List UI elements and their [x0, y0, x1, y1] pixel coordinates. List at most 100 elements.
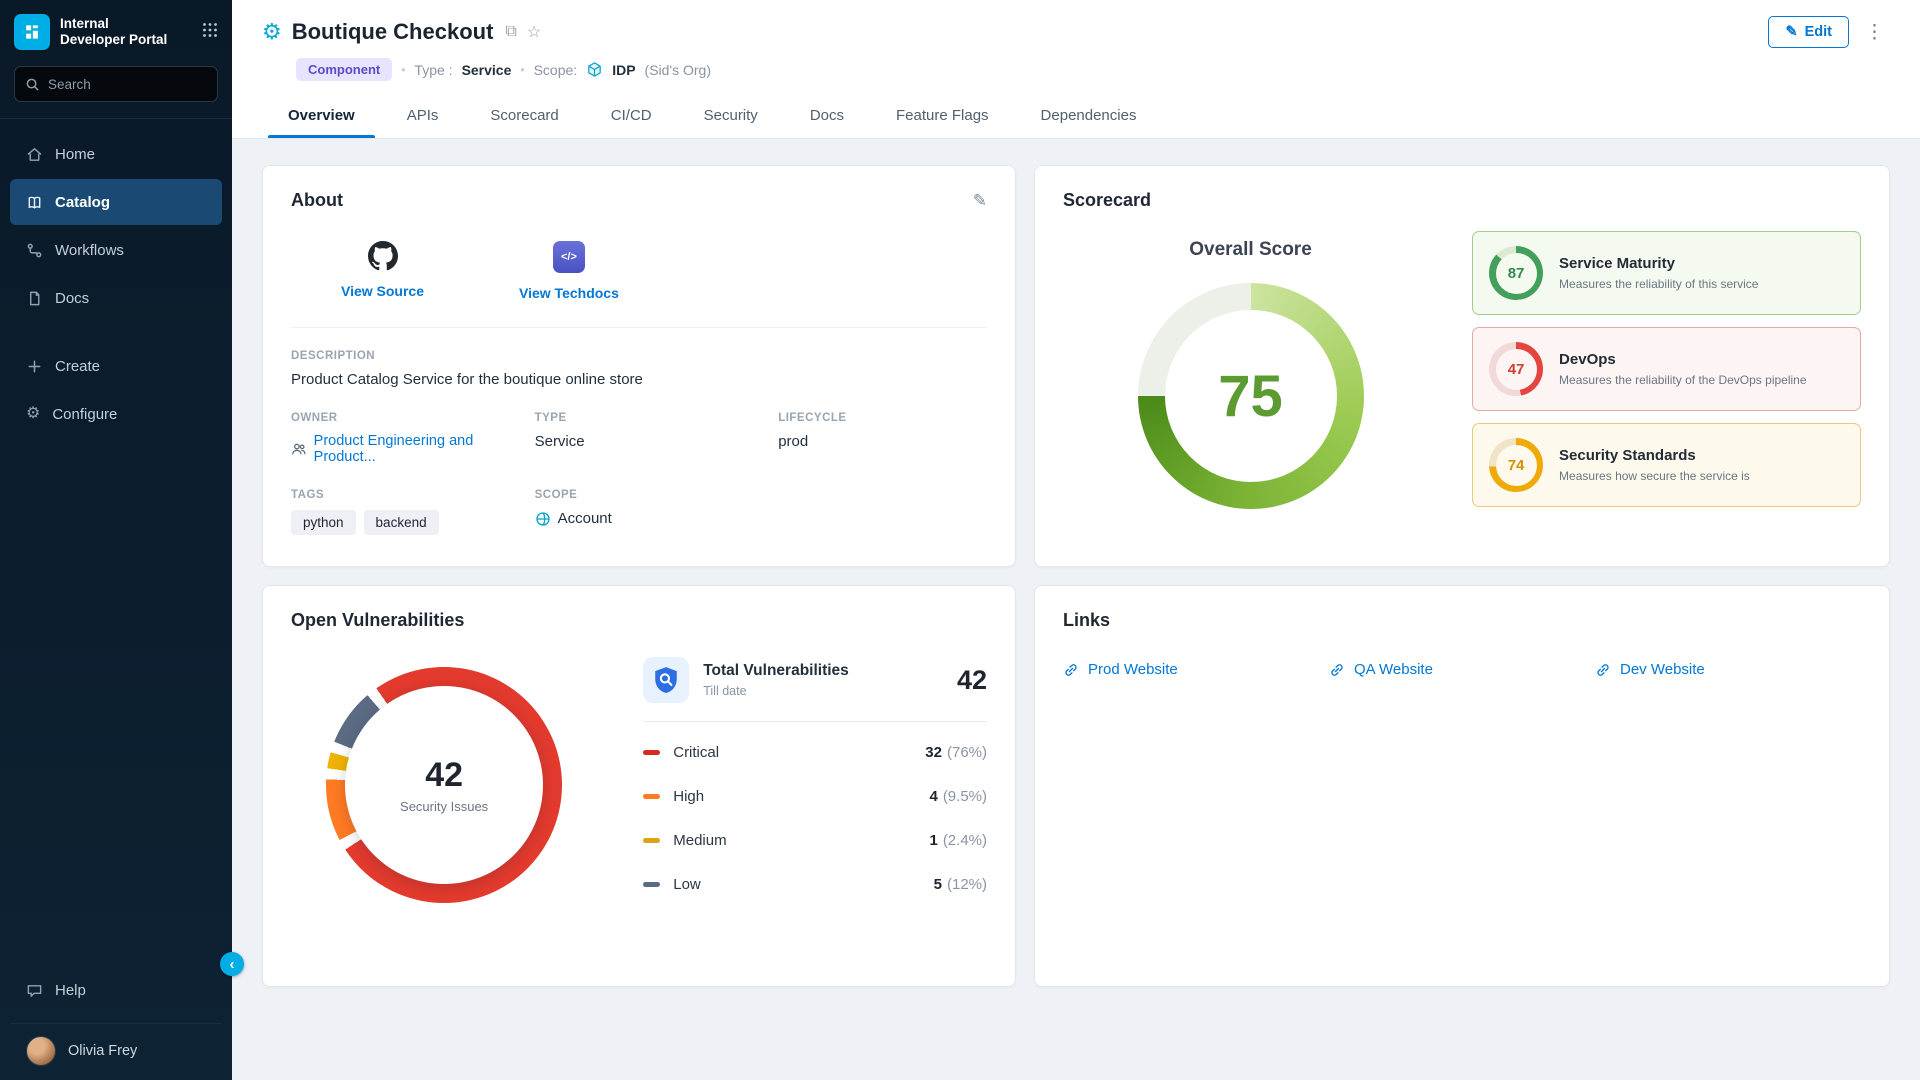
- search-icon: [25, 77, 40, 92]
- copy-icon[interactable]: ⧉: [505, 23, 516, 41]
- description-label: DESCRIPTION: [291, 350, 987, 362]
- description-value: Product Catalog Service for the boutique…: [291, 371, 987, 388]
- scorecard-card: Scorecard Overall Score 75 87 Service Ma…: [1034, 165, 1890, 567]
- link-icon: [1329, 662, 1345, 678]
- brand-line2: Developer Portal: [60, 32, 192, 48]
- score-value: 74: [1496, 445, 1537, 486]
- sidebar-collapse-button[interactable]: ‹: [220, 952, 244, 976]
- scope-label: Scope:: [534, 62, 578, 78]
- vuln-count: 32: [925, 744, 942, 761]
- chevron-left-icon: ‹: [230, 956, 235, 973]
- tag-chip[interactable]: backend: [364, 510, 439, 535]
- breadcrumb: Component • Type : Service • Scope: IDP …: [296, 58, 1890, 81]
- score-items: 87 Service Maturity Measures the reliabi…: [1472, 231, 1861, 509]
- link-icon: [1595, 662, 1611, 678]
- search-box[interactable]: [14, 66, 218, 102]
- tab-overview[interactable]: Overview: [262, 93, 381, 138]
- view-source-label: View Source: [341, 283, 424, 299]
- vuln-pct: (12%): [947, 876, 987, 893]
- user-menu[interactable]: Olivia Frey: [10, 1023, 222, 1066]
- vuln-row-low: Low 5 (12%): [643, 862, 987, 906]
- score-item-security-standards[interactable]: 74 Security Standards Measures how secur…: [1472, 423, 1861, 507]
- tab-apis[interactable]: APIs: [381, 93, 465, 138]
- sidebar-item-docs[interactable]: Docs: [10, 275, 222, 321]
- sidebar-item-home[interactable]: Home: [10, 131, 222, 177]
- tab-scorecard[interactable]: Scorecard: [464, 93, 584, 138]
- link-label: Dev Website: [1620, 661, 1705, 678]
- vuln-pct: (2.4%): [943, 832, 987, 849]
- main-area: ⚙ Boutique Checkout ⧉ ☆ ✎ Edit ⋮ Compone…: [232, 0, 1920, 1080]
- page-content: About ✎ View Source </> View Techdocs DE…: [232, 139, 1920, 1013]
- sidebar-item-help[interactable]: Help: [10, 967, 222, 1013]
- divider: [643, 721, 987, 722]
- idp-cube-icon: [586, 61, 603, 78]
- tags-label: TAGS: [291, 489, 535, 501]
- tab-dependencies[interactable]: Dependencies: [1015, 93, 1163, 138]
- sidebar-item-catalog[interactable]: Catalog: [10, 179, 222, 225]
- vuln-row-medium: Medium 1 (2.4%): [643, 818, 987, 862]
- page-header: ⚙ Boutique Checkout ⧉ ☆ ✎ Edit ⋮ Compone…: [232, 0, 1920, 139]
- tab-docs[interactable]: Docs: [784, 93, 870, 138]
- view-techdocs-link[interactable]: </> View Techdocs: [519, 241, 619, 301]
- vuln-count: 5: [934, 876, 942, 893]
- sidebar-item-label: Create: [55, 358, 100, 375]
- vuln-label: Low: [673, 876, 701, 893]
- sidebar-item-label: Home: [55, 146, 95, 163]
- link-qa-website[interactable]: QA Website: [1329, 661, 1595, 678]
- user-name: Olivia Frey: [68, 1043, 137, 1059]
- favorite-star-icon[interactable]: ☆: [527, 22, 541, 42]
- score-item-service-maturity[interactable]: 87 Service Maturity Measures the reliabi…: [1472, 231, 1861, 315]
- owner-link[interactable]: Product Engineering and Product...: [291, 433, 535, 465]
- edit-about-icon[interactable]: ✎: [973, 191, 987, 211]
- sidebar-item-workflows[interactable]: Workflows: [10, 227, 222, 273]
- links-title: Links: [1063, 610, 1861, 631]
- search-input[interactable]: [48, 77, 207, 92]
- lifecycle-block: LIFECYCLE prod: [778, 412, 987, 465]
- tab-cicd[interactable]: CI/CD: [585, 93, 678, 138]
- sidebar-item-label: Workflows: [55, 242, 124, 259]
- apps-grid-icon[interactable]: [202, 22, 218, 43]
- brand-line1: Internal: [60, 16, 192, 32]
- title-row: ⚙ Boutique Checkout ⧉ ☆ ✎ Edit ⋮: [262, 16, 1890, 48]
- score-item-devops[interactable]: 47 DevOps Measures the reliability of th…: [1472, 327, 1861, 411]
- code-glyph: </>: [561, 251, 577, 263]
- shield-icon: [653, 666, 679, 694]
- total-vulnerabilities-row: Total Vulnerabilities Till date 42: [643, 657, 987, 703]
- avatar: [26, 1036, 56, 1066]
- scope-value: Account: [558, 510, 612, 527]
- tab-security[interactable]: Security: [678, 93, 784, 138]
- about-title: About: [291, 190, 343, 211]
- more-options-icon[interactable]: ⋮: [1859, 21, 1890, 44]
- link-dev-website[interactable]: Dev Website: [1595, 661, 1861, 678]
- account-globe-icon: [535, 511, 551, 527]
- tab-feature-flags[interactable]: Feature Flags: [870, 93, 1015, 138]
- owner-value: Product Engineering and Product...: [314, 433, 535, 465]
- brand-row: Internal Developer Portal: [0, 14, 232, 64]
- app-logo-icon: [14, 14, 50, 50]
- brand-name: Internal Developer Portal: [60, 16, 192, 47]
- sidebar-item-create[interactable]: Create: [10, 343, 222, 389]
- separator-dot: •: [401, 63, 405, 77]
- edit-button[interactable]: ✎ Edit: [1768, 16, 1849, 48]
- view-source-link[interactable]: View Source: [341, 241, 424, 301]
- medium-color-dash: [643, 838, 660, 843]
- scorecard-title: Scorecard: [1063, 190, 1861, 211]
- vuln-pct: (76%): [947, 744, 987, 761]
- owner-label: OWNER: [291, 412, 535, 424]
- tag-chip[interactable]: python: [291, 510, 356, 535]
- document-icon: [26, 290, 43, 307]
- sidebar: Internal Developer Portal Home Catalog W…: [0, 0, 232, 1080]
- home-icon: [26, 146, 43, 163]
- sidebar-item-configure[interactable]: ⚙ Configure: [10, 391, 222, 437]
- overall-score-value: 75: [1218, 363, 1283, 430]
- score-ring: 87: [1489, 246, 1543, 300]
- edit-button-label: Edit: [1805, 24, 1832, 40]
- quick-links: View Source </> View Techdocs: [291, 211, 987, 328]
- vuln-pct: (9.5%): [943, 788, 987, 805]
- type-value: Service: [535, 433, 779, 450]
- link-prod-website[interactable]: Prod Website: [1063, 661, 1329, 678]
- scope-value[interactable]: IDP: [612, 62, 635, 78]
- overall-score-block: Overall Score 75: [1063, 225, 1438, 509]
- total-vuln-sub: Till date: [703, 684, 849, 698]
- critical-color-dash: [643, 750, 660, 755]
